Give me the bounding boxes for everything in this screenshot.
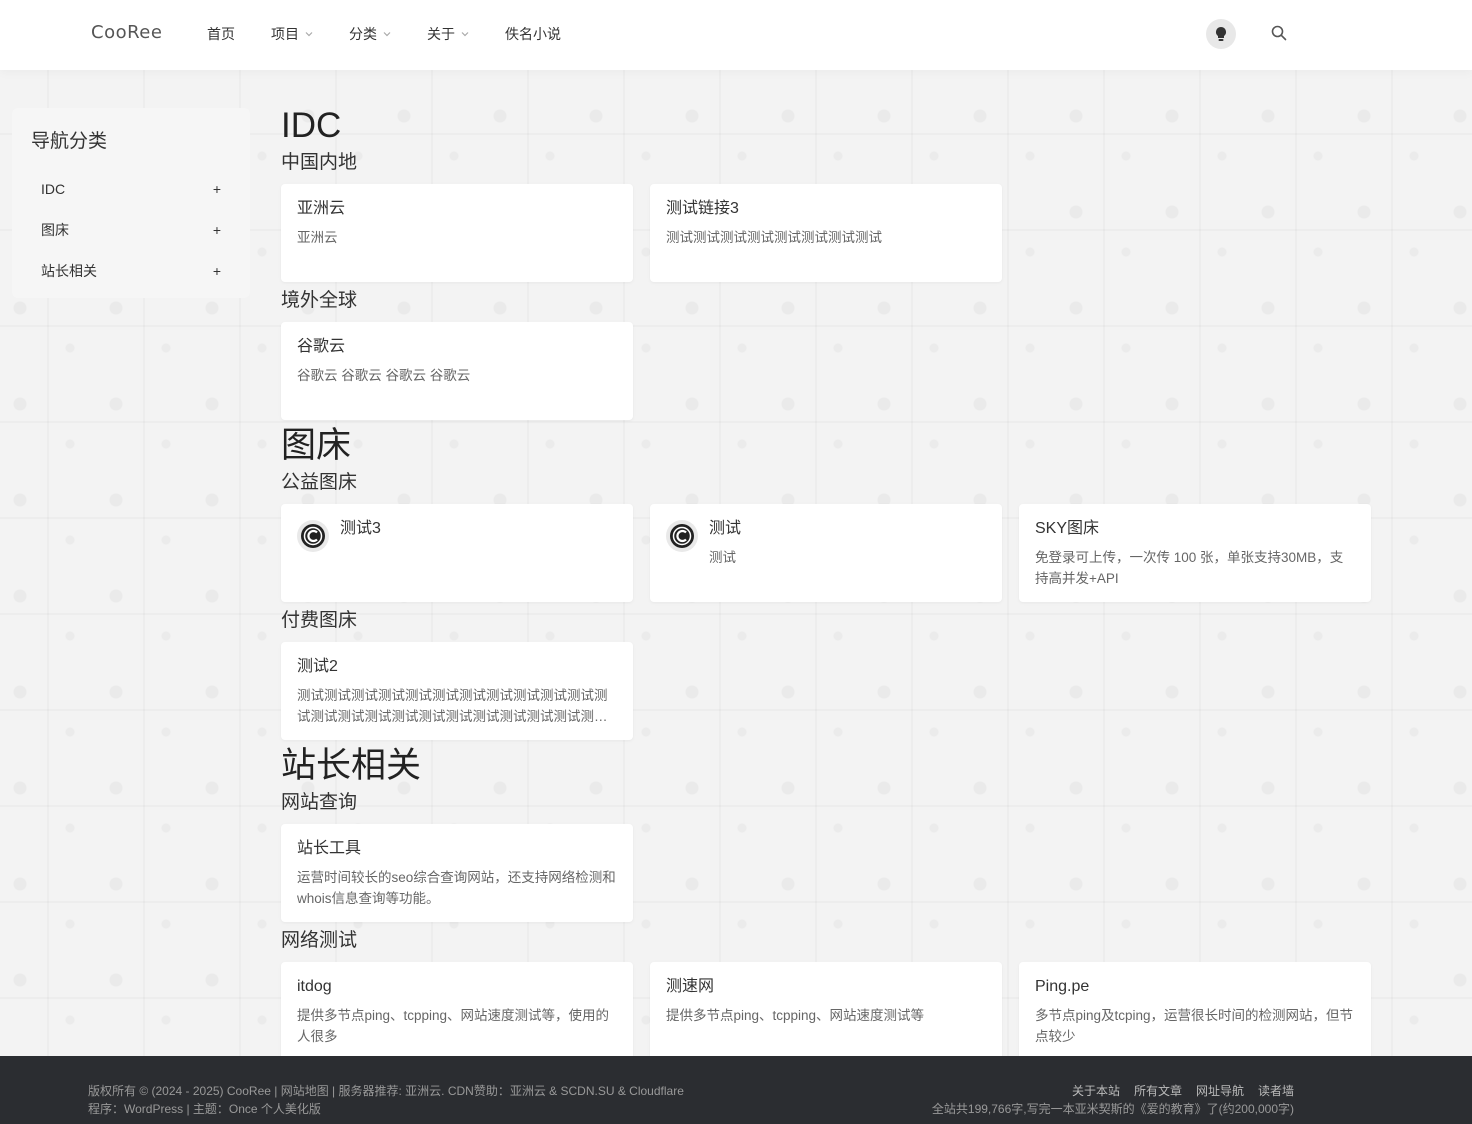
nav-item-label: 项目	[271, 26, 299, 42]
nav-item-label: 关于	[427, 26, 455, 42]
footer-links: 关于本站 所有文章 网址导航 读者墙	[932, 1082, 1294, 1100]
category-title: 站长相关	[281, 746, 422, 785]
footer-link[interactable]: 读者墙	[1258, 1084, 1294, 1098]
footer-link[interactable]: 关于本站	[1072, 1084, 1120, 1098]
expand-toggle[interactable]: +	[213, 181, 221, 197]
sidebar-item[interactable]: IDC +	[41, 168, 221, 209]
sidebar-item-label: IDC	[41, 180, 66, 197]
sidebar-item[interactable]: 图床 +	[41, 209, 221, 250]
search-button[interactable]	[1268, 22, 1290, 44]
sidebar-list: IDC + 图床 + 站长相关 +	[41, 168, 221, 291]
card-name: Ping.pe	[1035, 978, 1090, 995]
chevron-down-icon	[383, 29, 391, 39]
nav-item-label: 佚名小说	[505, 26, 561, 42]
site-card[interactable]: 站长工具运营时间较长的seo综合查询网站，还支持网络检测和whois信息查询等功…	[281, 824, 633, 922]
card-name: 谷歌云	[297, 338, 346, 355]
card-name: 测试链接3	[666, 200, 739, 217]
group-title: 中国内地	[281, 152, 358, 173]
site-card[interactable]: 测试链接3 测试测试测试测试测试测试测试测试	[650, 184, 1002, 282]
group-title: 网站查询	[281, 792, 358, 813]
nav-item[interactable]: 分类	[349, 24, 391, 44]
card-grid: 站长工具运营时间较长的seo综合查询网站，还支持网络检测和whois信息查询等功…	[281, 824, 1371, 922]
card-description: 测试	[709, 550, 736, 565]
c-logo-icon	[666, 520, 698, 552]
theme-toggle-button[interactable]	[1206, 19, 1236, 49]
footer-line1: 版权所有 © (2024 - 2025) CooRee | 网站地图 | 服务器…	[88, 1084, 684, 1098]
site-card[interactable]: itdog 提供多节点ping、tcpping、网站速度测试等，使用的人很多	[281, 962, 633, 1060]
site-card[interactable]: 测试2 测试测试测试测试测试测试测试测试测试测试测试测试测试测试测试测试测试测试测…	[281, 642, 633, 740]
search-icon	[1271, 25, 1287, 41]
footer-link[interactable]: 所有文章	[1134, 1084, 1182, 1098]
footer-line2: 程序：WordPress | 主题：Once 个人美化版	[88, 1102, 321, 1116]
category-sidebar: 导航分类 IDC + 图床 + 站长相关 +	[12, 108, 250, 298]
c-logo-icon	[297, 520, 329, 552]
card-grid: 谷歌云谷歌云 谷歌云 谷歌云 谷歌云	[281, 322, 1371, 420]
category-title: IDC	[281, 106, 342, 145]
nav-item-label: 分类	[349, 26, 377, 42]
card-name: 亚洲云	[297, 200, 346, 217]
nav-item[interactable]: 项目	[271, 24, 313, 44]
card-description: 提供多节点ping、tcpping、网站速度测试等	[666, 1008, 925, 1023]
card-grid: 亚洲云 亚洲云 测试链接3 测试测试测试测试测试测试测试测试	[281, 184, 1371, 282]
footer-right: 关于本站 所有文章 网址导航 读者墙 全站共199,766字,写完一本亚米契斯的《爱的…	[932, 1082, 1294, 1118]
site-card[interactable]: 测试 测试	[650, 504, 1002, 602]
card-description: 亚洲云	[297, 230, 338, 245]
expand-toggle[interactable]: +	[213, 222, 221, 238]
site-card[interactable]: 测速网提供多节点ping、tcpping、网站速度测试等	[650, 962, 1002, 1060]
card-name: 测试	[709, 520, 742, 537]
card-description: 测试测试测试测试测试测试测试测试测试测试测试测试测试测试测试测试测试测试测试测试…	[297, 688, 608, 724]
group-title: 付费图床	[281, 610, 358, 631]
group-title: 境外全球	[281, 290, 358, 311]
group-title: 公益图床	[281, 472, 358, 493]
nav-item[interactable]: 佚名小说	[505, 24, 561, 44]
footer-copyright: 版权所有 © (2024 - 2025) CooRee | 网站地图 | 服务器…	[88, 1082, 684, 1118]
nav-item-label: 首页	[207, 26, 235, 42]
card-grid: itdog 提供多节点ping、tcpping、网站速度测试等，使用的人很多 测速网…	[281, 962, 1371, 1060]
lightbulb-icon	[1216, 27, 1226, 41]
site-footer: 版权所有 © (2024 - 2025) CooRee | 网站地图 | 服务器…	[0, 1056, 1472, 1124]
main-nav: 首页 项目 分类 关于 佚名小说	[207, 24, 597, 44]
card-description: 免登录可上传，一次传 100 张，单张支持30MB，支持高并发+API	[1035, 550, 1344, 586]
nav-item[interactable]: 关于	[427, 24, 469, 44]
chevron-down-icon	[461, 29, 469, 39]
sidebar-title: 导航分类	[31, 131, 108, 152]
card-description: 提供多节点ping、tcpping、网站速度测试等，使用的人很多	[297, 1008, 610, 1044]
card-name: SKY图床	[1035, 520, 1100, 537]
card-description: 多节点ping及tcping，运营很长时间的检测网站，但节点较少	[1035, 1008, 1354, 1044]
group-title: 网络测试	[281, 930, 358, 951]
category-title: 图床	[281, 426, 352, 465]
card-name: 测试2	[297, 658, 338, 675]
card-description: 测试测试测试测试测试测试测试测试	[666, 230, 882, 245]
sidebar-item-label: 图床	[41, 221, 69, 238]
sidebar-item[interactable]: 站长相关 +	[41, 250, 221, 291]
card-name: itdog	[297, 978, 332, 995]
card-description: 谷歌云 谷歌云 谷歌云 谷歌云	[297, 368, 471, 383]
footer-stats: 全站共199,766字,写完一本亚米契斯的《爱的教育》了(约200,000字)	[931, 1102, 1294, 1116]
card-grid: 测试2 测试测试测试测试测试测试测试测试测试测试测试测试测试测试测试测试测试测试测…	[281, 642, 1371, 740]
site-logo[interactable]: CooRee	[91, 22, 162, 43]
expand-toggle[interactable]: +	[213, 263, 221, 279]
card-name: 测试3	[340, 520, 381, 537]
card-grid: 测试3 测试 测试 SKY图床 免登录可上传，一次传 100 张，单张支持30MB，支持…	[281, 504, 1371, 602]
card-name: 站长工具	[297, 840, 362, 857]
main-content: IDC 中国内地 亚洲云 亚洲云 测试链接3 测试测试测试测试测试测试测试测试 境外全球 谷歌…	[281, 104, 1371, 1064]
sidebar-item-label: 站长相关	[41, 262, 97, 279]
site-card[interactable]: Ping.pe 多节点ping及tcping，运营很长时间的检测网站，但节点较少	[1019, 962, 1371, 1060]
site-card[interactable]: 亚洲云 亚洲云	[281, 184, 633, 282]
card-name: 测速网	[666, 978, 715, 995]
site-card[interactable]: SKY图床免登录可上传，一次传 100 张，单张支持30MB，支持高并发+API	[1019, 504, 1371, 602]
nav-item[interactable]: 首页	[207, 24, 235, 44]
chevron-down-icon	[305, 29, 313, 39]
site-card[interactable]: 谷歌云谷歌云 谷歌云 谷歌云 谷歌云	[281, 322, 633, 420]
site-card[interactable]: 测试3	[281, 504, 633, 602]
card-description: 运营时间较长的seo综合查询网站，还支持网络检测和whois信息查询等功能。	[297, 870, 616, 906]
site-header: CooRee 首页 项目 分类 关于 佚名小说	[0, 0, 1472, 70]
footer-link[interactable]: 网址导航	[1196, 1084, 1244, 1098]
